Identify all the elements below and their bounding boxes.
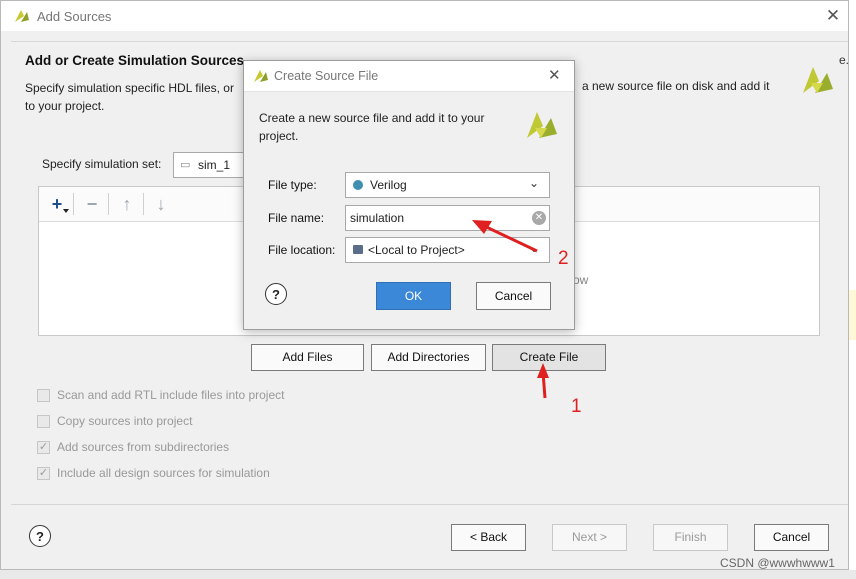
annotation-arrow-2 (472, 220, 538, 253)
annotation-arrow-1 (537, 363, 549, 399)
annotation-label-1: 1 (571, 396, 582, 417)
annotation-label-2: 2 (558, 248, 569, 269)
watermark: CSDN @wwwhwww1 (720, 556, 835, 570)
annotation-overlay (472, 220, 549, 399)
